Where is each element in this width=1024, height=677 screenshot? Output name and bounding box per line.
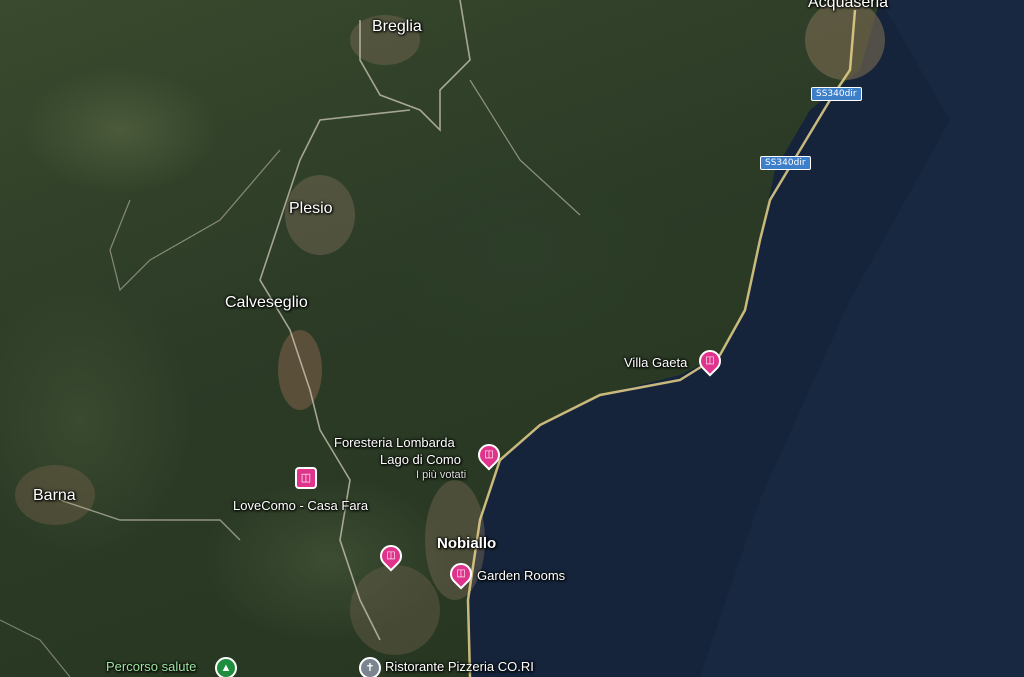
poi-lovecomo-label[interactable]: LoveComo - Casa Fara xyxy=(233,498,368,513)
road-shield-ss340dir: SS340dir xyxy=(811,87,862,101)
park-pin-percorso-salute[interactable]: ▲ xyxy=(215,657,237,677)
bed-icon: ◫ xyxy=(484,449,494,460)
place-nobiallo: Nobiallo xyxy=(437,535,497,552)
bed-icon: ◫ xyxy=(386,550,396,561)
road-shield-ss340dir: SS340dir xyxy=(760,156,811,170)
calveseglio-area xyxy=(278,330,322,410)
place-acquaseria: Acquaseria xyxy=(808,0,889,11)
hotel-pin-lovecomo[interactable]: ◫ xyxy=(295,467,317,489)
acquaseria-area xyxy=(805,0,885,80)
poi-villa-gaeta-label[interactable]: Villa Gaeta xyxy=(624,355,687,370)
place-barna: Barna xyxy=(33,487,76,504)
satellite-map[interactable]: Breglia Acquaseria Plesio Calveseglio Ba… xyxy=(0,0,1024,677)
tree-icon: ▲ xyxy=(220,662,232,674)
fork-knife-icon: ✝ xyxy=(365,662,375,674)
poi-foresteria-label-2[interactable]: Lago di Como xyxy=(380,452,461,467)
place-calveseglio: Calveseglio xyxy=(225,294,308,311)
poi-garden-rooms-label[interactable]: Garden Rooms xyxy=(477,568,565,583)
bed-icon: ◫ xyxy=(456,568,466,579)
poi-foresteria-label-1[interactable]: Foresteria Lombarda xyxy=(334,435,455,450)
poi-percorso-salute-label[interactable]: Percorso salute xyxy=(106,659,196,674)
place-plesio: Plesio xyxy=(289,200,333,217)
poi-foresteria-badge: I più votati xyxy=(416,469,467,481)
bed-icon: ◫ xyxy=(705,355,715,366)
poi-ristorante-label[interactable]: Ristorante Pizzeria CO.RI xyxy=(385,659,534,674)
place-breglia: Breglia xyxy=(372,18,422,35)
bed-icon: ◫ xyxy=(300,472,312,484)
restaurant-pin-cori[interactable]: ✝ xyxy=(359,657,381,677)
